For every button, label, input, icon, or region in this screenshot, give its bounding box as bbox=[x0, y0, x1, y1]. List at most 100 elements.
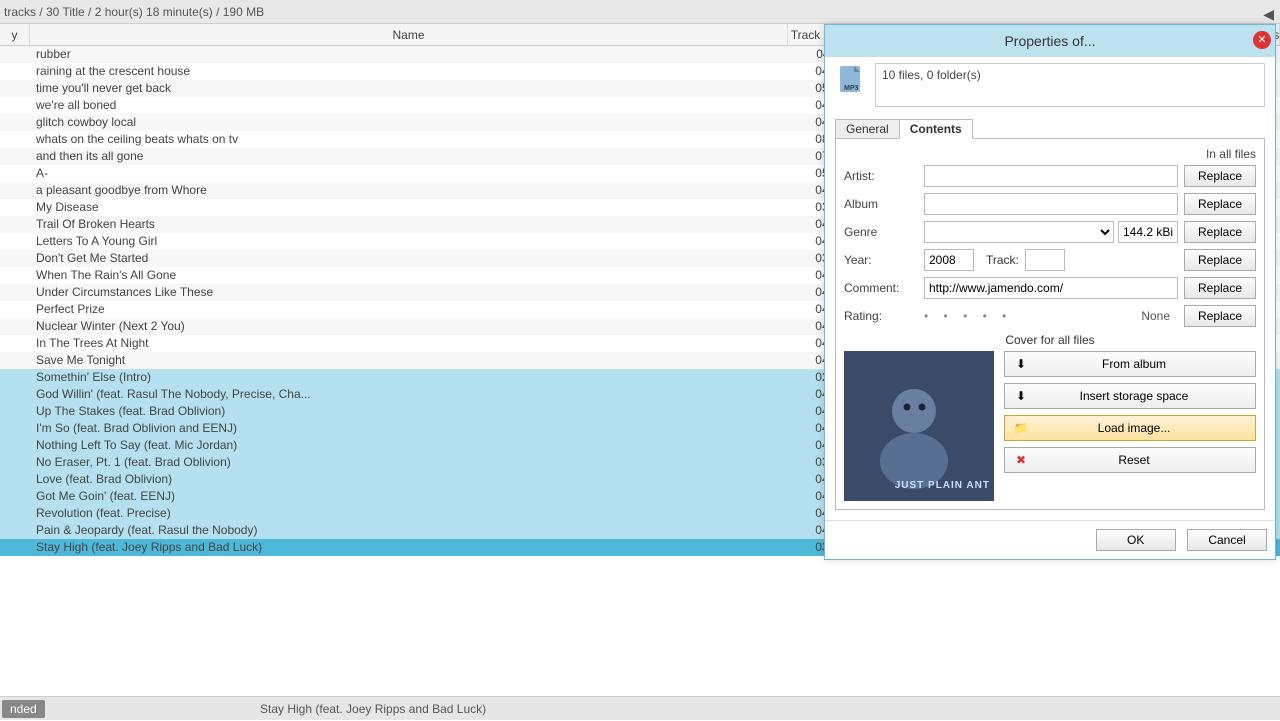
replace-album-button[interactable]: Replace bbox=[1184, 193, 1256, 215]
svg-text:MP3: MP3 bbox=[844, 85, 859, 92]
rating-dots[interactable]: • • • • •None bbox=[924, 309, 1178, 323]
track-name: time you'll never get back bbox=[30, 80, 788, 97]
track-name: whats on the ceiling beats whats on tv bbox=[30, 131, 788, 148]
row-y bbox=[0, 335, 30, 352]
replace-genre-button[interactable]: Replace bbox=[1184, 221, 1256, 243]
track-name: Don't Get Me Started bbox=[30, 250, 788, 267]
row-y bbox=[0, 471, 30, 488]
bitrate-field[interactable] bbox=[1118, 221, 1178, 243]
track-name: we're all boned bbox=[30, 97, 788, 114]
track-name: a pleasant goodbye from Whore bbox=[30, 182, 788, 199]
col-y[interactable]: y bbox=[0, 24, 30, 45]
status-button[interactable]: nded bbox=[2, 700, 45, 718]
insert-storage-button[interactable]: ⬇Insert storage space bbox=[1004, 383, 1256, 409]
top-summary-bar: tracks / 30 Title / 2 hour(s) 18 minute(… bbox=[0, 0, 1280, 24]
tab-contents-body: In all files Artist: Replace Album Repla… bbox=[835, 138, 1265, 510]
track-name: Revolution (feat. Precise) bbox=[30, 505, 788, 522]
row-y bbox=[0, 63, 30, 80]
row-y bbox=[0, 114, 30, 131]
row-y bbox=[0, 97, 30, 114]
row-y bbox=[0, 488, 30, 505]
track-name: and then its all gone bbox=[30, 148, 788, 165]
row-y bbox=[0, 369, 30, 386]
cancel-button[interactable]: Cancel bbox=[1187, 529, 1267, 551]
row-y bbox=[0, 505, 30, 522]
row-y bbox=[0, 437, 30, 454]
file-info-box: MP3 10 files, 0 folder(s) bbox=[875, 63, 1265, 107]
tab-contents[interactable]: Contents bbox=[899, 119, 973, 139]
artist-label: Artist: bbox=[844, 169, 924, 183]
summary-text: tracks / 30 Title / 2 hour(s) 18 minute(… bbox=[4, 5, 264, 19]
track-name: Nothing Left To Say (feat. Mic Jordan) bbox=[30, 437, 788, 454]
track-name: Stay High (feat. Joey Ripps and Bad Luck… bbox=[30, 539, 788, 556]
row-y bbox=[0, 403, 30, 420]
track-name: Somethin' Else (Intro) bbox=[30, 369, 788, 386]
year-label: Year: bbox=[844, 253, 924, 267]
row-y bbox=[0, 233, 30, 250]
cover-title: Cover for all files bbox=[844, 333, 1256, 347]
dialog-title-bar[interactable]: Properties of... ✕ bbox=[825, 25, 1275, 57]
artist-input[interactable] bbox=[924, 165, 1178, 187]
row-y bbox=[0, 386, 30, 403]
row-y bbox=[0, 352, 30, 369]
track-name: Letters To A Young Girl bbox=[30, 233, 788, 250]
load-image-button[interactable]: 📁Load image... bbox=[1004, 415, 1256, 441]
track-name: God Willin' (feat. Rasul The Nobody, Pre… bbox=[30, 386, 788, 403]
track-name: Trail Of Broken Hearts bbox=[30, 216, 788, 233]
row-y bbox=[0, 199, 30, 216]
comment-label: Comment: bbox=[844, 281, 924, 295]
replace-comment-button[interactable]: Replace bbox=[1184, 277, 1256, 299]
dialog-title-text: Properties of... bbox=[1004, 33, 1095, 49]
row-y bbox=[0, 216, 30, 233]
album-label: Album bbox=[844, 197, 924, 211]
track-name: Perfect Prize bbox=[30, 301, 788, 318]
row-y bbox=[0, 148, 30, 165]
year-input[interactable] bbox=[924, 249, 974, 271]
row-y bbox=[0, 318, 30, 335]
replace-artist-button[interactable]: Replace bbox=[1184, 165, 1256, 187]
tabs: General Contents bbox=[835, 119, 1265, 139]
rating-label: Rating: bbox=[844, 309, 924, 323]
cover-overlay-text: JUST PLAIN ANT bbox=[895, 480, 990, 491]
track-name: Got Me Goin' (feat. EENJ) bbox=[30, 488, 788, 505]
now-playing-label: Stay High (feat. Joey Ripps and Bad Luck… bbox=[260, 697, 486, 721]
tab-general[interactable]: General bbox=[835, 119, 900, 139]
close-icon[interactable]: ✕ bbox=[1253, 31, 1271, 49]
track-name: glitch cowboy local bbox=[30, 114, 788, 131]
track-label: Track: bbox=[986, 253, 1019, 267]
track-input[interactable] bbox=[1025, 249, 1065, 271]
replace-year-button[interactable]: Replace bbox=[1184, 249, 1256, 271]
collapse-arrow-icon[interactable]: ◀ bbox=[1263, 2, 1274, 26]
track-name: Nuclear Winter (Next 2 You) bbox=[30, 318, 788, 335]
replace-rating-button[interactable]: Replace bbox=[1184, 305, 1256, 327]
genre-select[interactable] bbox=[924, 221, 1114, 243]
row-y bbox=[0, 284, 30, 301]
track-name: rubber bbox=[30, 46, 788, 63]
in-all-files-label: In all files bbox=[844, 147, 1256, 161]
col-name[interactable]: Name bbox=[30, 24, 788, 45]
cover-art: JUST PLAIN ANT bbox=[844, 351, 994, 501]
reset-cover-button[interactable]: ✖Reset bbox=[1004, 447, 1256, 473]
row-y bbox=[0, 267, 30, 284]
track-name: Save Me Tonight bbox=[30, 352, 788, 369]
file-count-text: 10 files, 0 folder(s) bbox=[882, 68, 981, 82]
track-name: Under Circumstances Like These bbox=[30, 284, 788, 301]
rating-none: None bbox=[1141, 309, 1170, 323]
track-name: A- bbox=[30, 165, 788, 182]
track-name: In The Trees At Night bbox=[30, 335, 788, 352]
comment-input[interactable] bbox=[924, 277, 1178, 299]
track-name: raining at the crescent house bbox=[30, 63, 788, 80]
album-input[interactable] bbox=[924, 193, 1178, 215]
row-y bbox=[0, 46, 30, 63]
row-y bbox=[0, 250, 30, 267]
track-name: Pain & Jeopardy (feat. Rasul the Nobody) bbox=[30, 522, 788, 539]
row-y bbox=[0, 165, 30, 182]
track-name: My Disease bbox=[30, 199, 788, 216]
track-name: Love (feat. Brad Oblivion) bbox=[30, 471, 788, 488]
status-bar: nded Stay High (feat. Joey Ripps and Bad… bbox=[0, 696, 1280, 720]
from-album-button[interactable]: ⬇From album bbox=[1004, 351, 1256, 377]
ok-button[interactable]: OK bbox=[1096, 529, 1176, 551]
mp3-file-icon: MP3 bbox=[836, 64, 868, 96]
row-y bbox=[0, 522, 30, 539]
track-name: I'm So (feat. Brad Oblivion and EENJ) bbox=[30, 420, 788, 437]
